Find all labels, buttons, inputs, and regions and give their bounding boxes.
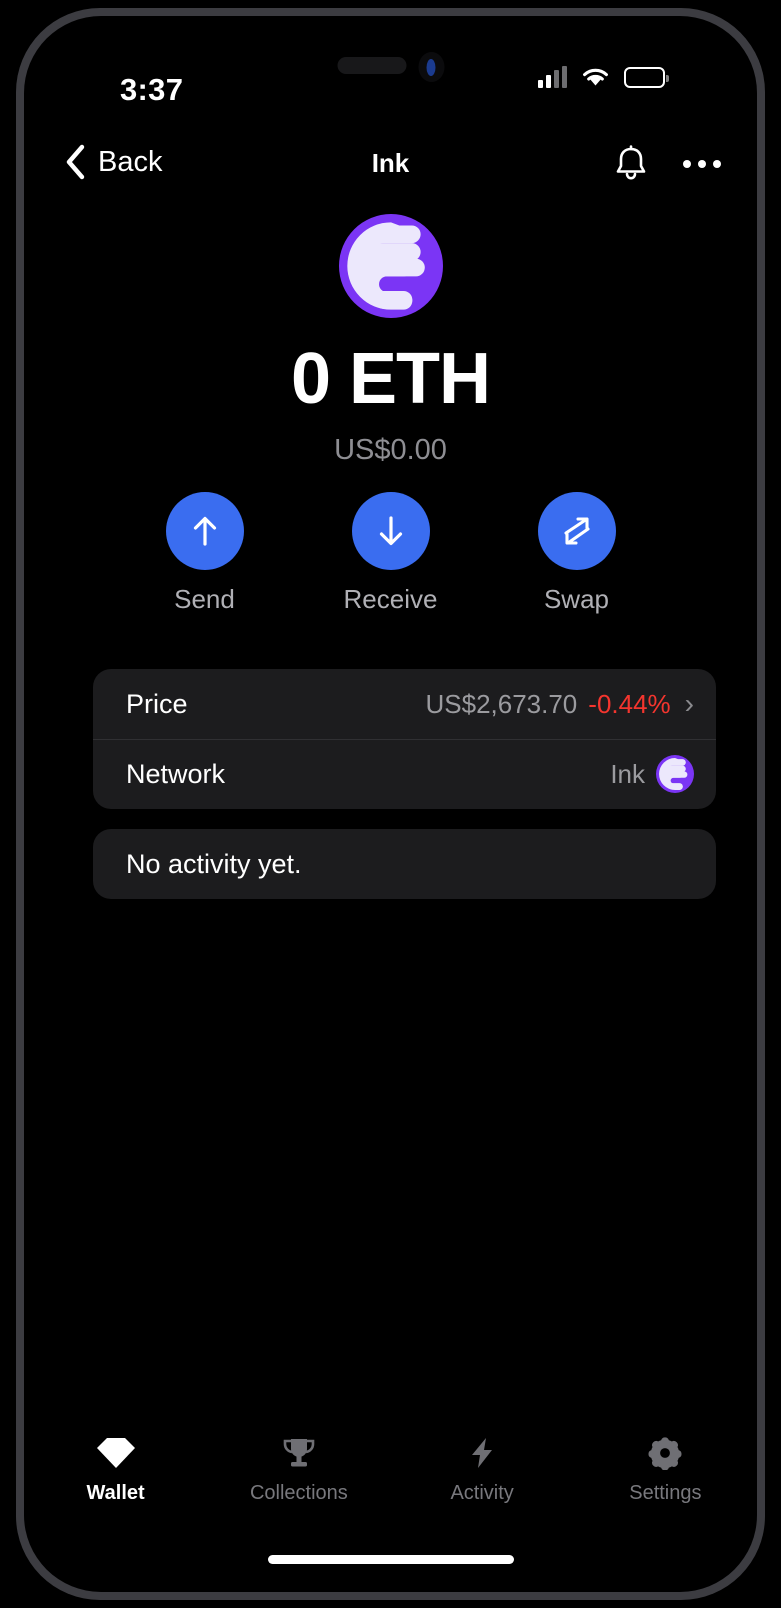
phone-screen: 3:37 Back Ink 0 ETH US$0.00 Send Receive… bbox=[24, 16, 757, 1592]
arrow-down-icon bbox=[379, 516, 402, 546]
ink-network-logo bbox=[656, 755, 694, 793]
tab-settings[interactable]: Settings bbox=[574, 1430, 757, 1522]
price-row[interactable]: Price US$2,673.70 -0.44% › bbox=[93, 669, 716, 739]
status-bar-icons bbox=[538, 66, 669, 88]
nav-actions bbox=[613, 144, 721, 184]
island-speaker bbox=[337, 57, 406, 74]
tab-collections[interactable]: Collections bbox=[207, 1430, 390, 1522]
swap-button[interactable]: Swap bbox=[522, 492, 632, 615]
cellular-signal-icon bbox=[538, 66, 567, 88]
trophy-icon bbox=[280, 1436, 318, 1470]
activity-empty-message: No activity yet. bbox=[126, 848, 302, 879]
battery-icon bbox=[624, 66, 669, 88]
token-fiat-balance: US$0.00 bbox=[334, 434, 447, 466]
tab-wallet-label: Wallet bbox=[86, 1482, 145, 1504]
status-bar: 3:37 bbox=[24, 16, 757, 126]
network-value: Ink bbox=[610, 758, 645, 789]
bell-icon[interactable] bbox=[613, 144, 649, 184]
network-row[interactable]: Network Ink bbox=[93, 739, 716, 809]
network-row-values: Ink bbox=[610, 755, 694, 793]
action-buttons-row: Send Receive Swap bbox=[24, 492, 757, 615]
island-camera-icon bbox=[418, 52, 444, 82]
phone-frame: 3:37 Back Ink 0 ETH US$0.00 Send Receive… bbox=[16, 8, 765, 1600]
status-bar-time: 3:37 bbox=[120, 72, 184, 107]
bottom-tab-bar: Wallet Collections Activity Settings bbox=[24, 1430, 757, 1522]
price-value: US$2,673.70 bbox=[425, 688, 578, 719]
send-button-circle bbox=[165, 492, 244, 570]
activity-card: No activity yet. bbox=[93, 829, 716, 899]
home-indicator[interactable] bbox=[267, 1555, 514, 1564]
tab-wallet[interactable]: Wallet bbox=[24, 1430, 207, 1522]
price-row-values: US$2,673.70 -0.44% › bbox=[425, 689, 694, 720]
price-change-badge: -0.44% bbox=[588, 688, 671, 719]
arrow-up-icon bbox=[193, 516, 216, 546]
dot-3 bbox=[713, 160, 721, 168]
dot-2 bbox=[698, 160, 706, 168]
gear-icon bbox=[647, 1436, 683, 1470]
receive-button-label: Receive bbox=[343, 584, 438, 614]
tab-collections-label: Collections bbox=[249, 1482, 348, 1504]
receive-button[interactable]: Receive bbox=[336, 492, 446, 615]
gem-icon bbox=[95, 1436, 137, 1470]
ink-token-logo bbox=[338, 214, 443, 318]
dynamic-island bbox=[337, 52, 444, 82]
token-info-card: Price US$2,673.70 -0.44% › Network Ink bbox=[93, 669, 716, 809]
lightning-bolt-icon bbox=[467, 1436, 497, 1470]
send-button[interactable]: Send bbox=[150, 492, 260, 615]
dot-1 bbox=[683, 160, 691, 168]
tab-activity[interactable]: Activity bbox=[391, 1430, 574, 1522]
swap-button-label: Swap bbox=[543, 584, 610, 614]
chevron-right-icon: › bbox=[684, 688, 694, 719]
more-options-button[interactable] bbox=[683, 144, 721, 184]
tab-activity-label: Activity bbox=[450, 1482, 514, 1504]
network-row-label: Network bbox=[126, 758, 226, 789]
receive-button-circle bbox=[351, 492, 430, 570]
swap-arrows-icon bbox=[563, 517, 590, 545]
token-balance: 0 ETH bbox=[290, 339, 491, 419]
send-button-label: Send bbox=[174, 584, 235, 614]
wifi-icon bbox=[583, 68, 608, 86]
tab-settings-label: Settings bbox=[629, 1482, 702, 1504]
price-row-label: Price bbox=[126, 688, 188, 719]
swap-button-circle bbox=[537, 492, 616, 570]
navigation-bar: Back Ink bbox=[24, 134, 757, 204]
